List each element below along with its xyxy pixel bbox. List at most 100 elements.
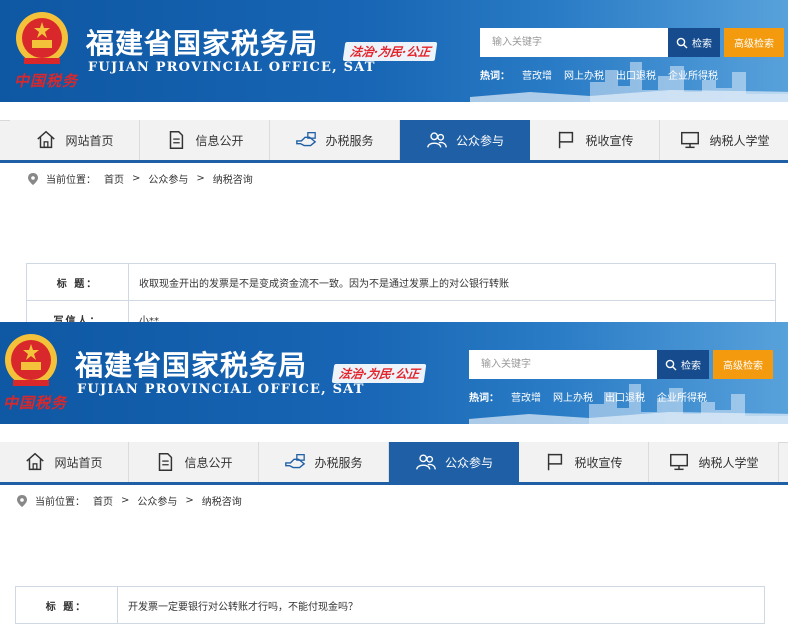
document-icon (170, 131, 184, 149)
title-label: 标 题： (27, 264, 129, 300)
search-button[interactable]: 检索 (668, 28, 720, 57)
nav-item-label: 纳税人学堂 (698, 455, 759, 470)
nav-item-label: 办税服务 (325, 133, 374, 148)
search-icon (665, 359, 677, 370)
consultation-detail-table: 标 题： 开发票一定要银行对公转账才行吗，不能付现金吗？ (15, 586, 765, 624)
title-value: 收取现金开出的发票是不是变成资金流不一致。因为不是通过发票上的对公银行转账 (139, 278, 509, 290)
hotwords-label: 热词： (480, 71, 510, 82)
nav-item-label: 公众参与 (455, 133, 504, 148)
nav-item-home[interactable]: 网站首页 (0, 442, 129, 482)
title-value: 开发票一定要银行对公转账才行吗，不能付现金吗？ (128, 601, 358, 613)
handshake-icon (296, 132, 317, 147)
site-title-english: FUJIAN PROVINCIAL OFFICE, SAT (88, 60, 376, 75)
nav-item-tax-promotion[interactable]: 税收宣传 (519, 442, 649, 482)
document-icon (159, 453, 173, 471)
table-row: 标 题： 开发票一定要银行对公转账才行吗，不能付现金吗？ (16, 587, 764, 624)
nav-item-label: 网站首页 (65, 133, 114, 148)
site-title: 福建省国家税务局 (75, 349, 308, 382)
nav-item-info-disclosure[interactable]: 信息公开 (129, 442, 259, 482)
nav-item-label: 信息公开 (195, 133, 244, 148)
breadcrumb-link-home[interactable]: 首页 (93, 493, 113, 508)
monitor-icon (670, 453, 689, 471)
hotwords-bar: 热词： 营改增 网上办税 出口退税 企业所得税 (469, 389, 707, 404)
main-nav: 网站首页 信息公开 办税服务 公众参与 税收宣传 纳税人学堂 (0, 424, 788, 482)
search-button-label: 检索 (692, 39, 712, 50)
national-emblem-icon (5, 334, 57, 386)
nav-item-tax-promotion[interactable]: 税收宣传 (530, 120, 660, 160)
nav-item-tax-service[interactable]: 办税服务 (259, 442, 389, 482)
nav-item-label: 网站首页 (54, 455, 103, 470)
location-pin-icon (17, 494, 27, 507)
search-input[interactable]: 输入关键字 (480, 28, 668, 57)
nav-item-public-participation[interactable]: 公众参与 (389, 442, 519, 482)
flag-icon (559, 131, 574, 149)
hotwords-label: 热词： (469, 393, 499, 404)
nav-item-home[interactable]: 网站首页 (10, 120, 140, 160)
writer-label: 写信人： (27, 301, 129, 322)
hotword-link[interactable]: 营改增 (522, 67, 552, 82)
search-input[interactable]: 输入关键字 (469, 350, 657, 379)
nav-item-taxpayer-school[interactable]: 纳税人学堂 (649, 442, 779, 482)
search-icon (676, 37, 688, 48)
nav-item-public-participation[interactable]: 公众参与 (400, 120, 530, 160)
breadcrumb-current[interactable]: 纳税咨询 (202, 493, 242, 508)
breadcrumb-prefix: 当前位置： (35, 497, 85, 508)
handshake-icon (285, 454, 306, 469)
consultation-detail-table: 标 题： 收取现金开出的发票是不是变成资金流不一致。因为不是通过发票上的对公银行… (26, 263, 776, 322)
screenshot-panel-top: 中国税务 福建省国家税务局 FUJIAN PROVINCIAL OFFICE, … (0, 0, 788, 322)
nav-item-tax-service[interactable]: 办税服务 (270, 120, 400, 160)
national-emblem-icon (16, 12, 68, 64)
nav-item-label: 税收宣传 (585, 133, 634, 148)
nav-item-info-disclosure[interactable]: 信息公开 (140, 120, 270, 160)
china-tax-logo-text: 中国税务 (3, 394, 68, 412)
breadcrumb-link-home[interactable]: 首页 (104, 171, 124, 186)
table-row: 写信人： 小** (27, 301, 775, 322)
site-header: 中国税务 福建省国家税务局 FUJIAN PROVINCIAL OFFICE, … (0, 0, 788, 102)
breadcrumb-link-participation[interactable]: 公众参与 (148, 171, 188, 186)
site-title-english: FUJIAN PROVINCIAL OFFICE, SAT (77, 382, 365, 397)
people-icon (427, 132, 447, 148)
main-nav: 网站首页 信息公开 办税服务 公众参与 税收宣传 纳税人学堂 (0, 102, 788, 160)
people-icon (416, 454, 436, 470)
hotwords-bar: 热词： 营改增 网上办税 出口退税 企业所得税 (480, 67, 718, 82)
china-tax-logo-text: 中国税务 (14, 72, 79, 90)
nav-item-label: 纳税人学堂 (709, 133, 770, 148)
breadcrumb-separator: > (121, 495, 130, 506)
nav-item-label: 信息公开 (184, 455, 233, 470)
breadcrumb: 当前位置： 首页 > 公众参与 > 纳税咨询 (0, 160, 788, 194)
search-button-label: 检索 (681, 361, 701, 372)
location-pin-icon (28, 172, 38, 185)
nav-item-taxpayer-school[interactable]: 纳税人学堂 (660, 120, 788, 160)
hotword-link[interactable]: 出口退税 (605, 389, 645, 404)
writer-value: 小** (139, 315, 159, 323)
hotword-link[interactable]: 网上办税 (553, 389, 593, 404)
home-icon (37, 130, 56, 149)
breadcrumb-separator: > (185, 495, 194, 506)
site-header: 中国税务 福建省国家税务局 FUJIAN PROVINCIAL OFFICE, … (0, 322, 788, 424)
nav-item-label: 办税服务 (314, 455, 363, 470)
slogan-badge: 法治·为民·公正 (331, 364, 427, 383)
breadcrumb-current[interactable]: 纳税咨询 (213, 171, 253, 186)
search-button[interactable]: 检索 (657, 350, 709, 379)
breadcrumb-link-participation[interactable]: 公众参与 (137, 493, 177, 508)
table-row: 标 题： 收取现金开出的发票是不是变成资金流不一致。因为不是通过发票上的对公银行… (27, 264, 775, 301)
slogan-badge: 法治·为民·公正 (342, 42, 438, 61)
nav-item-label: 公众参与 (444, 455, 493, 470)
hotword-link[interactable]: 网上办税 (564, 67, 604, 82)
advanced-search-button[interactable]: 高级检索 (713, 350, 773, 379)
screenshot-panel-bottom: 中国税务 福建省国家税务局 FUJIAN PROVINCIAL OFFICE, … (0, 322, 788, 624)
breadcrumb: 当前位置： 首页 > 公众参与 > 纳税咨询 (0, 482, 788, 516)
hotword-link[interactable]: 营改增 (511, 389, 541, 404)
site-title: 福建省国家税务局 (86, 27, 319, 60)
hotword-link[interactable]: 企业所得税 (657, 389, 707, 404)
breadcrumb-separator: > (196, 173, 205, 184)
flag-icon (548, 453, 563, 471)
nav-item-label: 税收宣传 (574, 455, 623, 470)
advanced-search-button[interactable]: 高级检索 (724, 28, 784, 57)
breadcrumb-prefix: 当前位置： (46, 175, 96, 186)
hotword-link[interactable]: 出口退税 (616, 67, 656, 82)
home-icon (26, 452, 45, 471)
hotword-link[interactable]: 企业所得税 (668, 67, 718, 82)
monitor-icon (681, 131, 700, 149)
breadcrumb-separator: > (132, 173, 141, 184)
